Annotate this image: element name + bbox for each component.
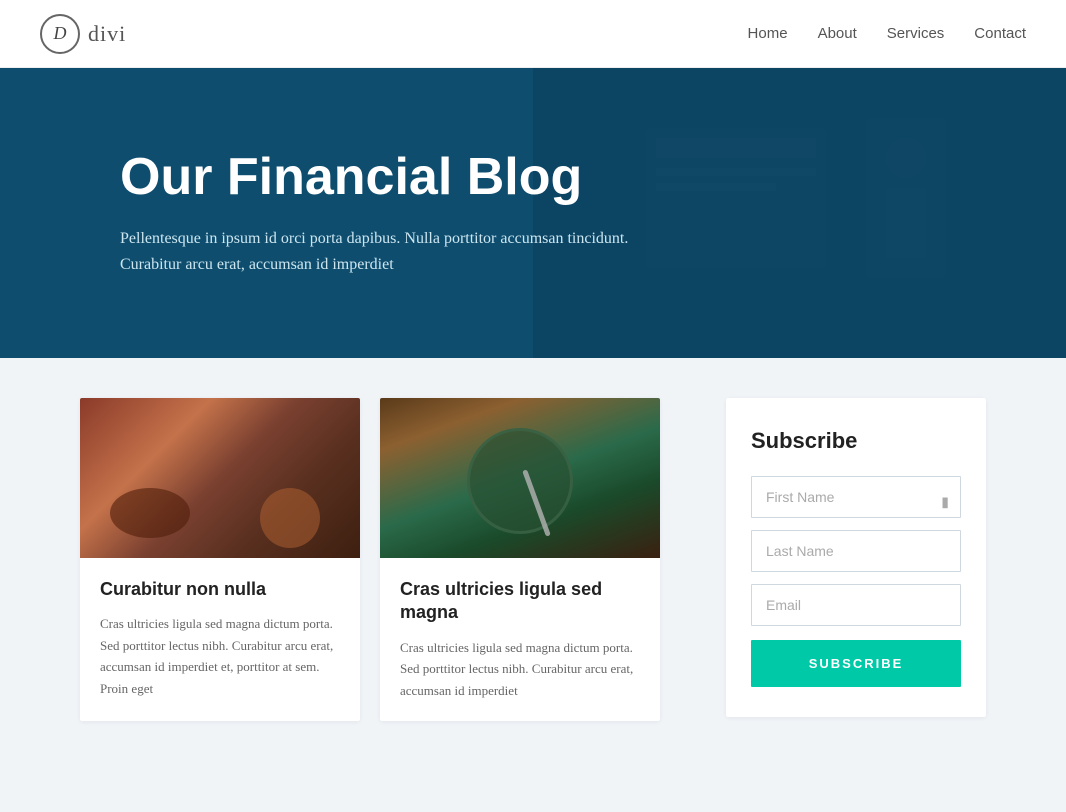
blog-cards-area: Curabitur non nulla Cras ultricies ligul… [80,398,696,721]
input-icon: ▮ [941,495,949,512]
logo-icon: D [40,14,80,54]
main-content: Curabitur non nulla Cras ultricies ligul… [0,358,1066,781]
blog-card-2: Cras ultricies ligula sed magna Cras ult… [380,398,660,721]
nav-about[interactable]: About [818,25,857,42]
card-1-body: Curabitur non nulla Cras ultricies ligul… [80,558,360,719]
subscribe-title: Subscribe [751,428,961,454]
nav-services[interactable]: Services [887,25,945,42]
sidebar: Subscribe ▮ SUBSCRIBE [726,398,986,717]
hero-section: Our Financial Blog Pellentesque in ipsum… [0,68,1066,358]
card-1-text: Cras ultricies ligula sed magna dictum p… [100,613,340,699]
email-input[interactable] [751,584,961,626]
hero-title: Our Financial Blog [120,149,770,206]
logo[interactable]: D divi [40,14,126,54]
site-header: D divi Home About Services Contact [0,0,1066,68]
last-name-input[interactable] [751,530,961,572]
nav-home[interactable]: Home [748,25,788,42]
subscribe-box: Subscribe ▮ SUBSCRIBE [726,398,986,717]
blog-card-1: Curabitur non nulla Cras ultricies ligul… [80,398,360,721]
card-2-body: Cras ultricies ligula sed magna Cras ult… [380,558,660,721]
logo-brand: divi [88,21,126,47]
subscribe-button[interactable]: SUBSCRIBE [751,640,961,687]
nav-contact[interactable]: Contact [974,25,1026,42]
hero-content: Our Financial Blog Pellentesque in ipsum… [120,149,770,277]
logo-letter: D [54,23,67,44]
first-name-wrapper: ▮ [751,476,961,530]
first-name-input[interactable] [751,476,961,518]
card-2-title: Cras ultricies ligula sed magna [400,578,640,625]
card-2-image [380,398,660,558]
card-1-image [80,398,360,558]
card-1-title: Curabitur non nulla [100,578,340,601]
main-nav: Home About Services Contact [748,25,1026,42]
card-2-text: Cras ultricies ligula sed magna dictum p… [400,637,640,701]
hero-description: Pellentesque in ipsum id orci porta dapi… [120,226,670,277]
